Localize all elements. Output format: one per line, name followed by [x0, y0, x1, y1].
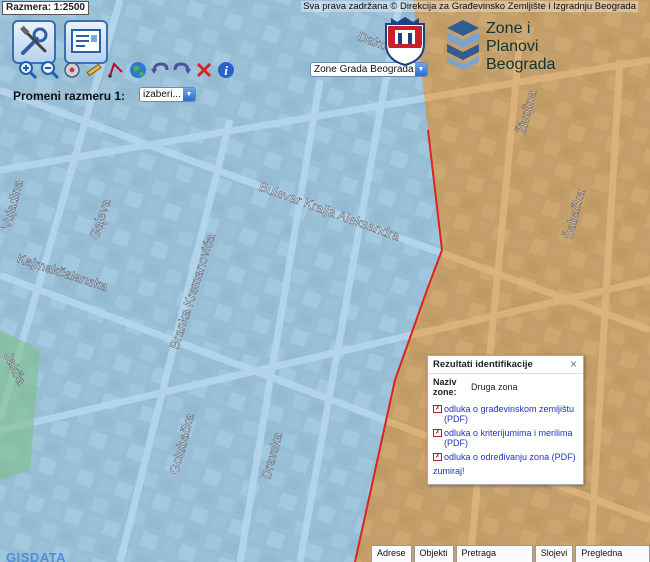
zone-logo	[443, 18, 483, 73]
popup-title: Rezultati identifikacije	[433, 359, 533, 370]
logo-line: Beograda	[486, 56, 556, 73]
zoom-link[interactable]: zumiraj!	[433, 466, 578, 476]
tab-addresses[interactable]: Adrese	[371, 545, 412, 562]
scale-change-label: Promeni razmeru 1:	[13, 89, 126, 103]
zone-name-row: Naziv zone: Druga zona	[433, 377, 578, 397]
bottom-tabs: Adrese Objekti Pretraga planova Slojevi …	[371, 545, 650, 562]
gisdata-logo: GISDATA	[6, 550, 67, 562]
zoom-in-icon[interactable]	[18, 60, 38, 80]
belgrade-crest-logo	[383, 16, 427, 69]
logo-line: Zone i	[486, 20, 531, 37]
tab-plan-search[interactable]: Pretraga planova	[455, 545, 533, 562]
copyright-text: Sva prava zadržana © Direkcija za Građev…	[301, 1, 638, 12]
pdf-link-text[interactable]: odluka o građevinskom zemljištu (PDF)	[444, 404, 578, 424]
pdf-icon: ✗	[433, 429, 442, 437]
tab-overview-map[interactable]: Pregledna mapa	[575, 545, 650, 562]
clear-icon[interactable]	[194, 60, 214, 80]
pdf-link-text[interactable]: odluka o kriterijumima i merilima (PDF)	[444, 428, 578, 448]
pencil-icon[interactable]	[84, 60, 104, 80]
tools-button[interactable]	[12, 20, 56, 64]
logo-title: Zone i Planovi Beograda	[486, 20, 555, 74]
globe-icon[interactable]	[128, 60, 148, 80]
scale-select[interactable]: izaberi... ▼	[139, 87, 196, 102]
redo-icon[interactable]	[172, 60, 192, 80]
tab-layers[interactable]: Slojevi	[534, 545, 574, 562]
pdf-link-text[interactable]: odluka o određivanju zona (PDF)	[444, 452, 576, 462]
info-globe-icon[interactable]	[62, 60, 82, 80]
undo-icon[interactable]	[150, 60, 170, 80]
tab-objects[interactable]: Objekti	[413, 545, 454, 562]
current-scale: Razmera: 1:2500	[2, 1, 89, 15]
tools-icon	[20, 25, 48, 55]
pdf-link[interactable]: ✗ odluka o kriterijumima i merilima (PDF…	[433, 428, 578, 448]
zone-name-label: Naziv zone:	[433, 377, 457, 397]
chevron-down-icon: ▼	[183, 88, 195, 101]
pdf-icon: ✗	[433, 453, 442, 461]
zone-name-value: Druga zona	[471, 382, 518, 392]
close-icon[interactable]: ×	[570, 357, 577, 371]
document-icon	[71, 29, 101, 53]
pdf-icon: ✗	[433, 405, 442, 413]
pdf-link[interactable]: ✗ odluka o građevinskom zemljištu (PDF)	[433, 404, 578, 424]
zoom-out-icon[interactable]	[40, 60, 60, 80]
popup-header: Rezultati identifikacije ×	[428, 356, 583, 374]
info-icon[interactable]: i	[216, 60, 236, 80]
identification-popup: Rezultati identifikacije × Naziv zone: D…	[427, 355, 584, 485]
scale-select-value: izaberi...	[143, 89, 181, 100]
logo-line: Planovi	[486, 38, 539, 55]
svg-text:i: i	[224, 63, 228, 78]
popup-body: Naziv zone: Druga zona ✗ odluka o građev…	[428, 374, 583, 479]
pdf-link[interactable]: ✗ odluka o određivanju zona (PDF)	[433, 452, 578, 462]
map-toolbar: i	[18, 59, 236, 81]
measure-icon[interactable]	[106, 60, 126, 80]
document-button[interactable]	[64, 20, 108, 64]
